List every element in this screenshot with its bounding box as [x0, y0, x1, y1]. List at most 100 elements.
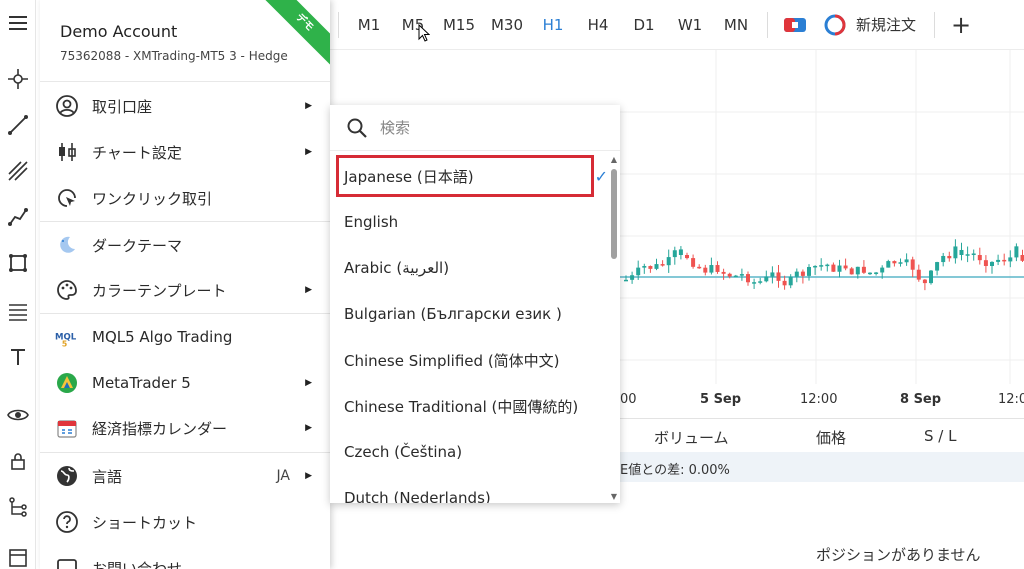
candle-body	[770, 272, 775, 277]
menu-item-label: ワンクリック取引	[92, 189, 213, 208]
submenu-arrow-icon: ▶	[305, 147, 312, 157]
menu-item-dark-theme[interactable]: ダークテーマ	[40, 222, 330, 268]
column-header-price[interactable]: 価格	[816, 427, 846, 448]
add-chart-button[interactable]: +	[943, 0, 979, 50]
account-circle-icon	[54, 93, 80, 119]
language-option-label: English	[344, 213, 399, 231]
candle-body	[672, 250, 677, 258]
menu-item-mql5-algo-trading[interactable]: MQL 5 MQL5 Algo Trading	[40, 314, 330, 360]
time-axis-label: 12:00	[800, 392, 838, 407]
submenu-arrow-icon: ▶	[305, 471, 312, 481]
timeframe-w1-button[interactable]: W1	[667, 0, 713, 50]
help-circle-icon	[54, 509, 80, 535]
menu-item-one-click-trading[interactable]: ワンクリック取引	[40, 175, 330, 221]
menu-item-shortcuts[interactable]: ショートカット	[40, 499, 330, 545]
menu-item-economic-calendar[interactable]: 経済指標カレンダー ▶	[40, 405, 330, 451]
time-axis-label: 00	[620, 392, 637, 407]
candle-body	[807, 267, 811, 276]
language-option-arabic[interactable]: Arabic (العربية)	[330, 245, 610, 291]
eye-icon[interactable]	[0, 398, 36, 432]
checkmark-icon: ✓	[594, 166, 608, 186]
channel-icon[interactable]	[0, 154, 36, 188]
menu-item-metatrader-5[interactable]: MetaTrader 5 ▶	[40, 360, 330, 406]
globe-icon	[54, 463, 80, 489]
candle-body	[965, 254, 970, 256]
language-option-chinese-simplified[interactable]: Chinese Simplified (简体中文)	[330, 337, 610, 383]
new-order-button[interactable]: 新規注文	[824, 0, 916, 50]
fibonacci-icon[interactable]	[0, 294, 36, 328]
crosshair-icon[interactable]	[0, 62, 36, 96]
candle-body	[813, 265, 818, 268]
object-tree-icon[interactable]	[0, 490, 36, 524]
timeframe-d1-button[interactable]: D1	[621, 0, 667, 50]
candle-body	[831, 264, 836, 272]
timeframe-m1-button[interactable]: M1	[347, 0, 391, 50]
candle-body	[678, 249, 683, 255]
language-option-bulgarian[interactable]: Bulgarian (Български език )	[330, 291, 610, 337]
candle-body	[825, 264, 830, 267]
candle-body	[739, 274, 744, 276]
menu-item-chart-settings[interactable]: チャート設定 ▶	[40, 129, 330, 175]
language-option-english[interactable]: English	[330, 199, 610, 245]
layers-icon[interactable]	[0, 540, 36, 569]
candle-body	[666, 257, 671, 266]
menu-item-language[interactable]: 言語 JA ▶	[40, 453, 330, 499]
column-header-volume[interactable]: ボリューム	[654, 427, 729, 448]
candle-body	[642, 266, 647, 268]
menu-item-contact[interactable]: お問い合わせ	[40, 545, 330, 569]
timeframe-h1-button[interactable]: H1	[531, 0, 575, 50]
account-header[interactable]: Demo Account 75362088 - XMTrading-MT5 3 …	[40, 0, 330, 82]
language-search-input[interactable]	[380, 118, 580, 137]
palette-icon	[54, 277, 80, 303]
language-option-label: Bulgarian (Български език )	[344, 305, 562, 323]
timeframe-m30-button[interactable]: M30	[483, 0, 531, 50]
language-option-label: Chinese Traditional (中國傳統的)	[344, 397, 579, 416]
menu-item-label: 言語	[92, 467, 123, 486]
language-option-dutch[interactable]: Dutch (Nederlands)	[330, 475, 610, 503]
column-header-sl[interactable]: S / L	[924, 427, 956, 445]
language-option-label: Czech (Čeština)	[344, 443, 463, 461]
menu-item-label: 取引口座	[92, 97, 153, 116]
timeframe-mn-button[interactable]: MN	[713, 0, 759, 50]
candlestick-chart[interactable]	[620, 50, 1024, 420]
language-list-scrollbar[interactable]: ▲ ▼	[610, 155, 618, 501]
lock-icon[interactable]	[0, 444, 36, 478]
timeframe-m15-button[interactable]: M15	[435, 0, 483, 50]
scroll-down-arrow-icon[interactable]: ▼	[610, 492, 618, 501]
trend-line-icon[interactable]	[0, 108, 36, 142]
candle-body	[697, 266, 702, 269]
time-axis: 00 5 Sep 12:00 8 Sep 12:0	[620, 384, 1024, 420]
submenu-arrow-icon: ▶	[305, 285, 312, 295]
menu-item-trading-accounts[interactable]: 取引口座 ▶	[40, 83, 330, 129]
cursor-click-icon	[54, 185, 80, 211]
candle-body	[837, 265, 842, 272]
candle-body	[935, 262, 940, 271]
candle-body	[904, 259, 909, 263]
candle-body	[648, 266, 653, 269]
positions-table-header: ボリューム 価格 S / L	[620, 418, 1024, 452]
text-tool-icon[interactable]	[0, 340, 36, 374]
candle-body	[733, 275, 738, 278]
scroll-up-arrow-icon[interactable]: ▲	[610, 155, 618, 164]
candle-body	[709, 265, 714, 273]
candle-body	[788, 276, 793, 286]
account-number: 75362088 - XMTrading-MT5 3 - Hedge	[60, 49, 288, 63]
language-option-chinese-traditional[interactable]: Chinese Traditional (中國傳統的)	[330, 383, 610, 429]
scrollbar-thumb[interactable]	[611, 169, 617, 259]
candle-body	[800, 271, 805, 276]
candle-body	[892, 261, 897, 264]
candle-body	[849, 268, 854, 275]
hamburger-menu-icon[interactable]	[0, 6, 36, 40]
timeframe-h4-button[interactable]: H4	[575, 0, 621, 50]
one-click-trading-icon[interactable]	[776, 0, 814, 50]
menu-item-color-template[interactable]: カラーテンプレート ▶	[40, 267, 330, 313]
candle-body	[855, 266, 860, 275]
candle-body	[703, 267, 708, 273]
language-option-japanese[interactable]: Japanese (日本語) ✓	[336, 155, 608, 197]
new-order-icon	[824, 14, 846, 35]
language-option-czech[interactable]: Czech (Čeština)	[330, 429, 610, 475]
rectangle-icon[interactable]	[0, 246, 36, 280]
language-option-label: Chinese Simplified (简体中文)	[344, 351, 560, 370]
candle-body	[630, 275, 635, 280]
polyline-icon[interactable]	[0, 200, 36, 234]
